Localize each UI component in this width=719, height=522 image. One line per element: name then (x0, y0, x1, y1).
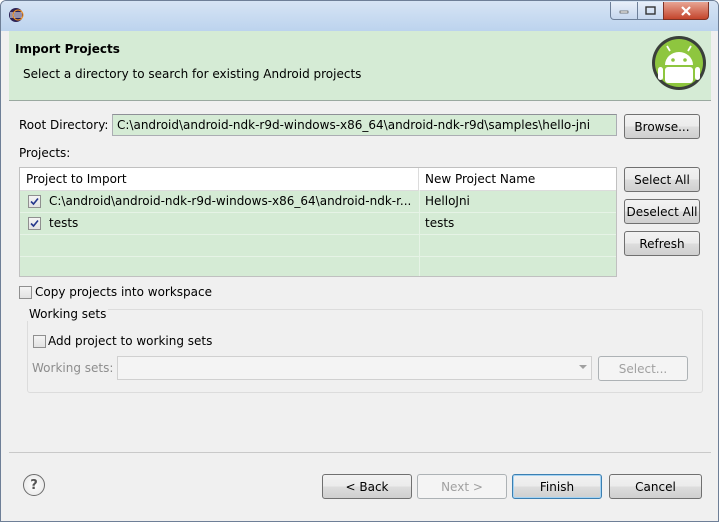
select-all-label: Select All (634, 172, 690, 187)
chevron-down-icon (579, 365, 587, 369)
header-message: Select a directory to search for existin… (23, 67, 362, 81)
column-divider (419, 190, 420, 276)
wizard-content: Root Directory: C:\android\android-ndk-r… (9, 101, 711, 451)
deselect-all-label: Deselect All (626, 204, 698, 219)
cancel-label: Cancel (635, 479, 676, 494)
column-project-to-import[interactable]: Project to Import (20, 168, 419, 190)
deselect-all-button[interactable]: Deselect All (624, 199, 700, 224)
browse-label: Browse... (634, 119, 690, 134)
table-row[interactable]: C:\android\android-ndk-r9d-windows-x86_6… (20, 190, 616, 213)
select-all-button[interactable]: Select All (624, 167, 700, 192)
row-checkbox[interactable] (28, 217, 41, 230)
working-sets-label: Working sets: (32, 361, 114, 375)
import-projects-window: Import Projects Select a directory to se… (0, 0, 719, 522)
help-icon[interactable]: ? (23, 474, 45, 496)
title-bar[interactable] (1, 1, 718, 31)
footer-separator (9, 452, 711, 453)
back-button[interactable]: < Back (322, 474, 412, 499)
checkmark-icon (30, 197, 39, 206)
minimize-icon (619, 10, 629, 13)
table-row-empty (20, 234, 616, 257)
table-header: Project to Import New Project Name (20, 168, 616, 191)
table-row-empty (20, 256, 616, 278)
project-name[interactable]: tests (425, 212, 610, 234)
browse-button[interactable]: Browse... (624, 114, 700, 139)
column-new-project-name[interactable]: New Project Name (419, 168, 616, 190)
refresh-label: Refresh (639, 236, 685, 251)
copy-projects-checkbox[interactable] (19, 286, 32, 299)
select-working-sets-button[interactable]: Select... (598, 356, 688, 381)
checkmark-icon (30, 219, 39, 228)
maximize-button[interactable] (637, 2, 664, 20)
table-row[interactable]: tests tests (20, 212, 616, 235)
add-to-working-sets-label[interactable]: Add project to working sets (48, 334, 212, 348)
project-name[interactable]: HelloJni (425, 190, 610, 212)
minimize-button[interactable] (610, 2, 638, 20)
working-sets-group-label: Working sets (27, 307, 109, 321)
row-checkbox[interactable] (28, 195, 41, 208)
help-symbol: ? (30, 477, 38, 493)
root-directory-input[interactable]: C:\android\android-ndk-r9d-windows-x86_6… (112, 114, 617, 136)
refresh-button[interactable]: Refresh (624, 231, 700, 256)
working-sets-group: Add project to working sets Working sets… (27, 309, 703, 393)
next-label: Next > (441, 479, 483, 494)
working-sets-combo[interactable] (117, 356, 592, 380)
copy-projects-label[interactable]: Copy projects into workspace (35, 285, 212, 299)
back-label: < Back (345, 479, 389, 494)
wizard-header: Import Projects Select a directory to se… (9, 31, 711, 101)
eclipse-icon (9, 8, 24, 22)
add-to-working-sets-checkbox[interactable] (33, 335, 46, 348)
finish-label: Finish (539, 479, 575, 494)
project-path: C:\android\android-ndk-r9d-windows-x86_6… (49, 194, 412, 208)
next-button[interactable]: Next > (417, 474, 507, 499)
finish-button[interactable]: Finish (512, 474, 602, 499)
select-working-sets-label: Select... (618, 361, 668, 376)
projects-label: Projects: (19, 146, 71, 160)
android-logo-icon (652, 36, 706, 90)
projects-table: Project to Import New Project Name C:\an… (19, 167, 617, 277)
cancel-button[interactable]: Cancel (609, 474, 702, 499)
maximize-icon (645, 6, 656, 15)
close-icon (681, 5, 691, 16)
root-directory-label: Root Directory: (19, 118, 109, 132)
project-path: tests (49, 216, 79, 230)
close-button[interactable] (663, 2, 709, 20)
header-title: Import Projects (15, 42, 120, 56)
